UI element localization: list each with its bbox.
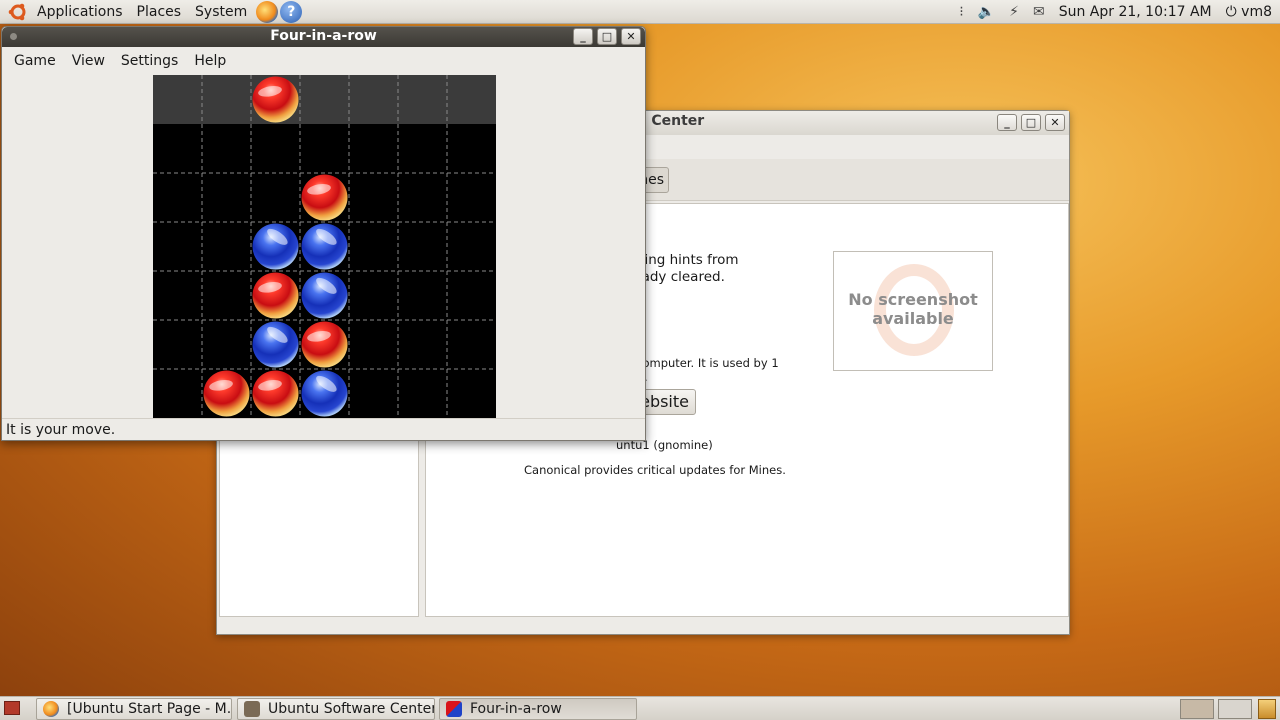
- status-bar: It is your move.: [2, 418, 645, 442]
- bottom-panel: [Ubuntu Start Page - M... Ubuntu Softwar…: [0, 696, 1280, 720]
- window-title: e Center: [637, 113, 705, 129]
- minimize-button[interactable]: _: [997, 114, 1017, 131]
- minimize-button[interactable]: _: [573, 28, 593, 45]
- red-piece: [252, 370, 299, 417]
- firefox-icon: [43, 701, 59, 717]
- blue-piece: [301, 370, 348, 417]
- maximize-button[interactable]: □: [597, 28, 617, 45]
- network-icon[interactable]: ⚡: [1009, 4, 1019, 20]
- board-grid[interactable]: [153, 75, 496, 418]
- system-menu[interactable]: System: [188, 0, 254, 24]
- blue-piece: [252, 321, 299, 368]
- menu-game[interactable]: Game: [6, 53, 64, 69]
- blue-piece: [301, 272, 348, 319]
- show-desktop-icon[interactable]: [4, 701, 20, 715]
- applications-menu[interactable]: Applications: [30, 0, 130, 24]
- workspace-1[interactable]: [1180, 699, 1214, 719]
- task-label: Ubuntu Software Center: [268, 701, 435, 717]
- user-menu[interactable]: ⏻ vm8: [1226, 4, 1272, 20]
- system-tray: ⁝ 🔈 ⚡ ✉ Sun Apr 21, 10:17 AM ⏻ vm8: [959, 4, 1280, 20]
- red-piece: [301, 174, 348, 221]
- menu-help[interactable]: Help: [186, 53, 234, 69]
- support-info: Canonical provides critical updates for …: [524, 463, 786, 477]
- places-menu[interactable]: Places: [130, 0, 189, 24]
- menu-settings[interactable]: Settings: [113, 53, 186, 69]
- taskbar-item-firefox[interactable]: [Ubuntu Start Page - M...: [36, 698, 232, 720]
- four-in-a-row-window: Four-in-a-row _ □ ✕ Game View Settings H…: [1, 26, 646, 441]
- menubar: Game View Settings Help: [2, 47, 645, 75]
- blue-piece: [252, 223, 299, 270]
- mail-icon[interactable]: ✉: [1033, 4, 1045, 20]
- blue-piece: [301, 223, 348, 270]
- red-piece: [203, 370, 250, 417]
- taskbar-item-four-in-a-row[interactable]: Four-in-a-row: [439, 698, 637, 720]
- close-button[interactable]: ✕: [1045, 114, 1065, 131]
- taskbar-item-software-center[interactable]: Ubuntu Software Center: [237, 698, 435, 720]
- red-piece: [301, 321, 348, 368]
- no-screenshot-text: No screenshot available: [848, 290, 978, 328]
- window-menu-icon[interactable]: [10, 33, 17, 40]
- top-panel: Applications Places System ? ⁝ 🔈 ⚡ ✉ Sun…: [0, 0, 1280, 24]
- pending-piece: [252, 76, 299, 123]
- menu-view[interactable]: View: [64, 53, 113, 69]
- clock[interactable]: Sun Apr 21, 10:17 AM: [1059, 4, 1212, 20]
- workspace-2[interactable]: [1218, 699, 1252, 719]
- trash-icon[interactable]: [1258, 699, 1276, 719]
- user-name: vm8: [1241, 3, 1272, 20]
- task-label: Four-in-a-row: [470, 701, 562, 717]
- four-in-a-row-icon: [446, 701, 462, 717]
- maximize-button[interactable]: □: [1021, 114, 1041, 131]
- screenshot-placeholder: No screenshot available: [833, 251, 993, 371]
- software-center-icon: [244, 701, 260, 717]
- ubuntu-logo-icon[interactable]: [8, 2, 28, 22]
- keyboard-indicator-icon[interactable]: ⁝: [959, 4, 963, 20]
- close-button[interactable]: ✕: [621, 28, 641, 45]
- red-piece: [252, 272, 299, 319]
- power-icon: ⏻: [1225, 3, 1237, 20]
- four-in-a-row-titlebar[interactable]: Four-in-a-row _ □ ✕: [2, 27, 645, 47]
- window-title: Four-in-a-row: [270, 28, 377, 44]
- task-label: [Ubuntu Start Page - M...: [67, 701, 232, 717]
- firefox-icon[interactable]: [256, 0, 279, 23]
- game-board[interactable]: [153, 75, 496, 418]
- volume-icon[interactable]: 🔈: [978, 4, 995, 20]
- help-icon[interactable]: ?: [280, 0, 303, 23]
